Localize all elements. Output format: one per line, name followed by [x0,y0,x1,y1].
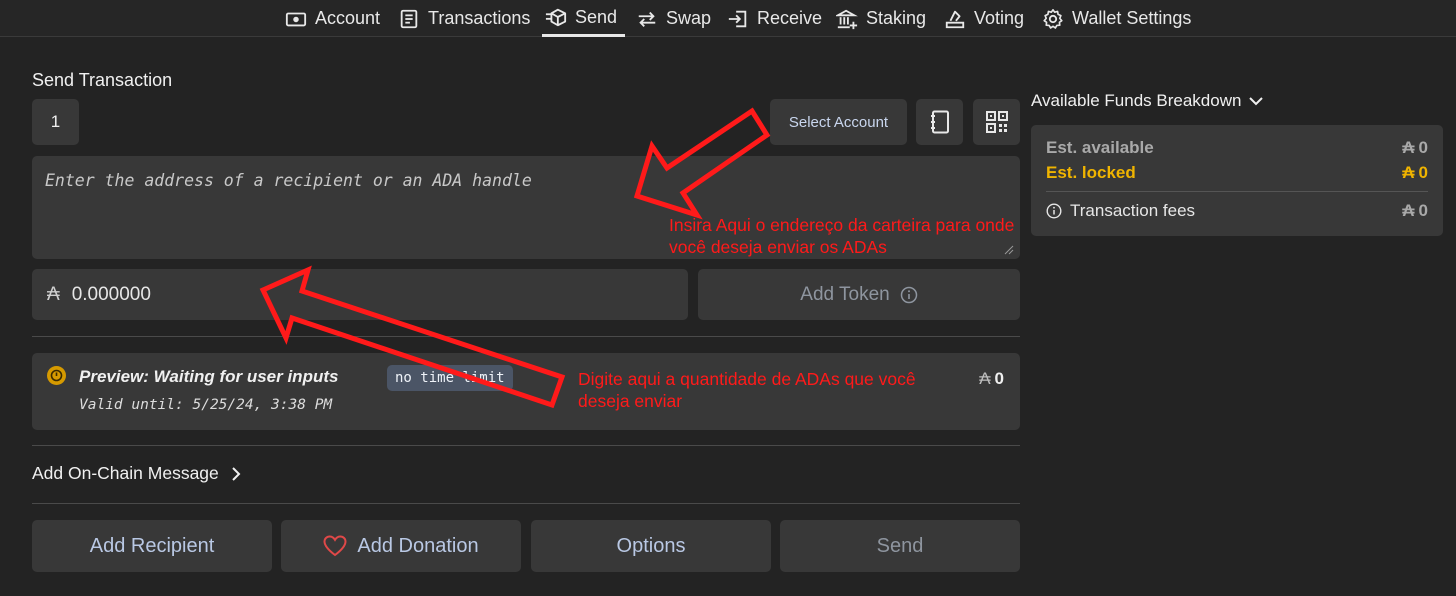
annotation-arrow-address [633,107,771,220]
annotation-arrows [259,107,771,409]
annotation-address-hint: Insira Aqui o endereço da carteira para … [669,215,1015,257]
annotation-arrow-amount [259,265,566,409]
annotation-amount-hint: Digite aqui a quantidade de ADAs que voc… [578,369,916,411]
